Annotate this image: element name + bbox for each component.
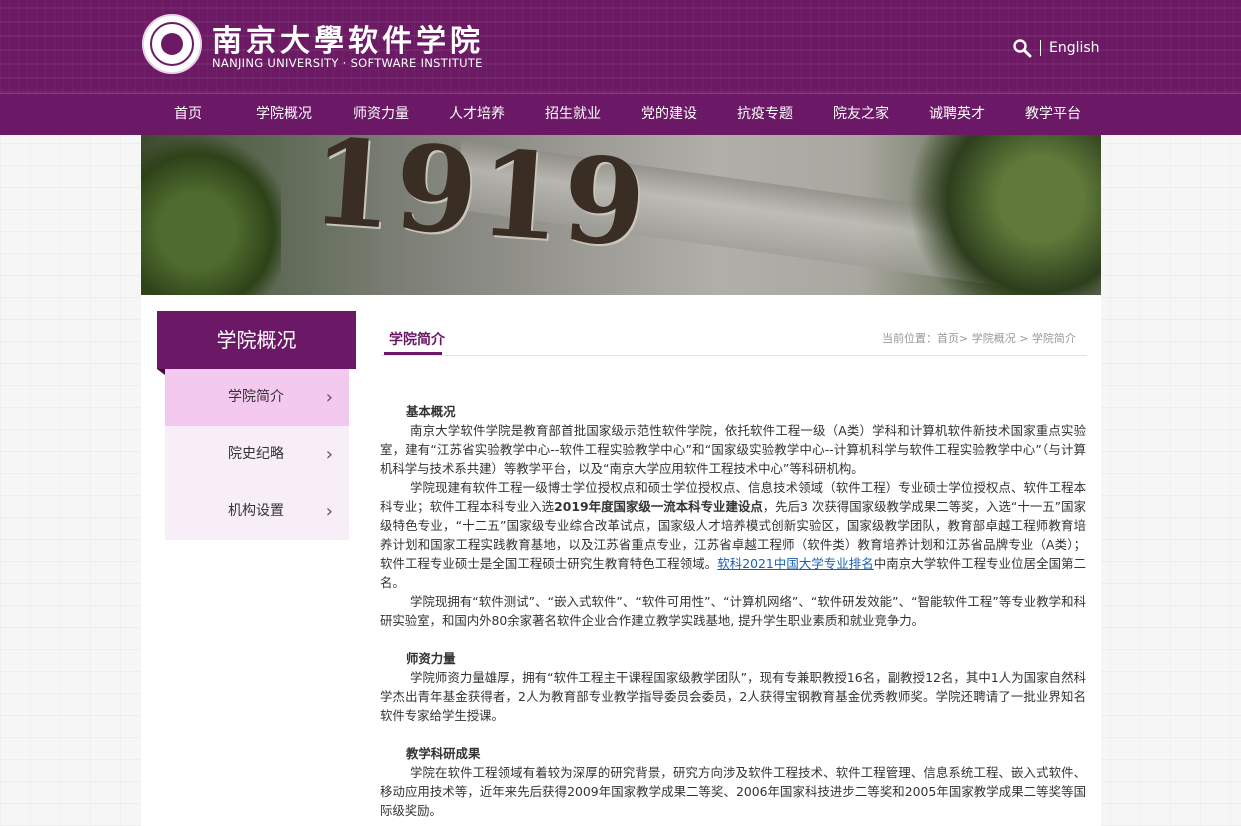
section-heading: 基本概况	[406, 404, 456, 419]
section-divider	[381, 355, 1087, 356]
university-emblem-icon[interactable]	[142, 14, 202, 74]
sidebar-item-label: 机构设置	[228, 503, 284, 519]
search-icon[interactable]	[1012, 38, 1032, 58]
paragraph: 学院师资力量雄厚，拥有“软件工程主干课程国家级教学团队”，现有专兼职教授16名，…	[380, 670, 1086, 723]
nav-item-education[interactable]: 人才培养	[449, 94, 505, 135]
banner-image: 1919	[141, 135, 1101, 295]
logo-title-en: NANJING UNIVERSITY · SOFTWARE INSTITUTE	[212, 56, 483, 70]
sidebar-item-organization[interactable]: 机构设置 ›	[165, 483, 349, 540]
breadcrumb: 当前位置：首页> 学院概况 > 学院简介	[882, 332, 1076, 345]
nav-item-party[interactable]: 党的建设	[641, 94, 697, 135]
nav-item-jobs[interactable]: 诚聘英才	[929, 94, 985, 135]
english-link[interactable]: English	[1049, 40, 1100, 56]
emblem-core	[161, 33, 183, 55]
sidebar-item-label: 学院简介	[228, 389, 284, 405]
logo-title-cn[interactable]: 南京大學软件学院	[212, 16, 484, 60]
nav-item-admission[interactable]: 招生就业	[545, 94, 601, 135]
main-nav: 首页 学院概况 师资力量 人才培养 招生就业 党的建设 抗疫专题 院友之家 诚聘…	[0, 93, 1241, 135]
ranking-link[interactable]: 软科2021中国大学专业排名	[717, 556, 874, 571]
nav-item-alumni[interactable]: 院友之家	[833, 94, 889, 135]
section-heading: 师资力量	[406, 651, 456, 666]
paragraph: 学院现拥有“软件测试”、“嵌入式软件”、“软件可用性”、“计算机网络”、“软件研…	[380, 594, 1086, 628]
article-body: 基本概况 南京大学软件学院是教育部首批国家级示范性软件学院，依托软件工程一级（A…	[380, 402, 1086, 820]
sidebar-title: 学院概况	[157, 311, 356, 369]
banner-foliage-left	[141, 135, 281, 295]
nav-item-covid[interactable]: 抗疫专题	[737, 94, 793, 135]
chevron-right-icon: ›	[325, 444, 333, 465]
nav-item-teaching-platform[interactable]: 教学平台	[1025, 94, 1081, 135]
paragraph: 学院现建有软件工程一级博士学位授权点和硕士学位授权点、信息技术领域（软件工程）专…	[380, 478, 1086, 592]
paragraph: 南京大学软件学院是教育部首批国家级示范性软件学院，依托软件工程一级（A类）学科和…	[380, 423, 1086, 476]
sidebar-item-history[interactable]: 院史纪略 ›	[165, 426, 349, 483]
nav-item-faculty[interactable]: 师资力量	[353, 94, 409, 135]
sidebar-item-intro[interactable]: 学院简介 ›	[165, 369, 349, 426]
banner-foliage-right	[901, 135, 1101, 295]
banner-year-inscription: 1919	[306, 135, 652, 274]
site-header: 南京大學软件学院 NANJING UNIVERSITY · SOFTWARE I…	[0, 0, 1241, 93]
section-heading: 教学科研成果	[406, 746, 481, 761]
nav-item-home[interactable]: 首页	[174, 94, 202, 135]
paragraph: 学院在软件工程领域有着较为深厚的研究背景，研究方向涉及软件工程技术、软件工程管理…	[380, 765, 1086, 818]
header-divider	[1040, 40, 1041, 56]
paragraph-bold-text: 2019年度国家级一流本科专业建设点	[554, 499, 763, 514]
chevron-right-icon: ›	[325, 501, 333, 522]
tab-intro[interactable]: 学院简介	[389, 329, 445, 349]
chevron-right-icon: ›	[325, 387, 333, 408]
nav-item-overview[interactable]: 学院概况	[256, 94, 312, 135]
sidebar-item-label: 院史纪略	[228, 446, 284, 462]
sidebar-title-fold	[157, 369, 165, 375]
